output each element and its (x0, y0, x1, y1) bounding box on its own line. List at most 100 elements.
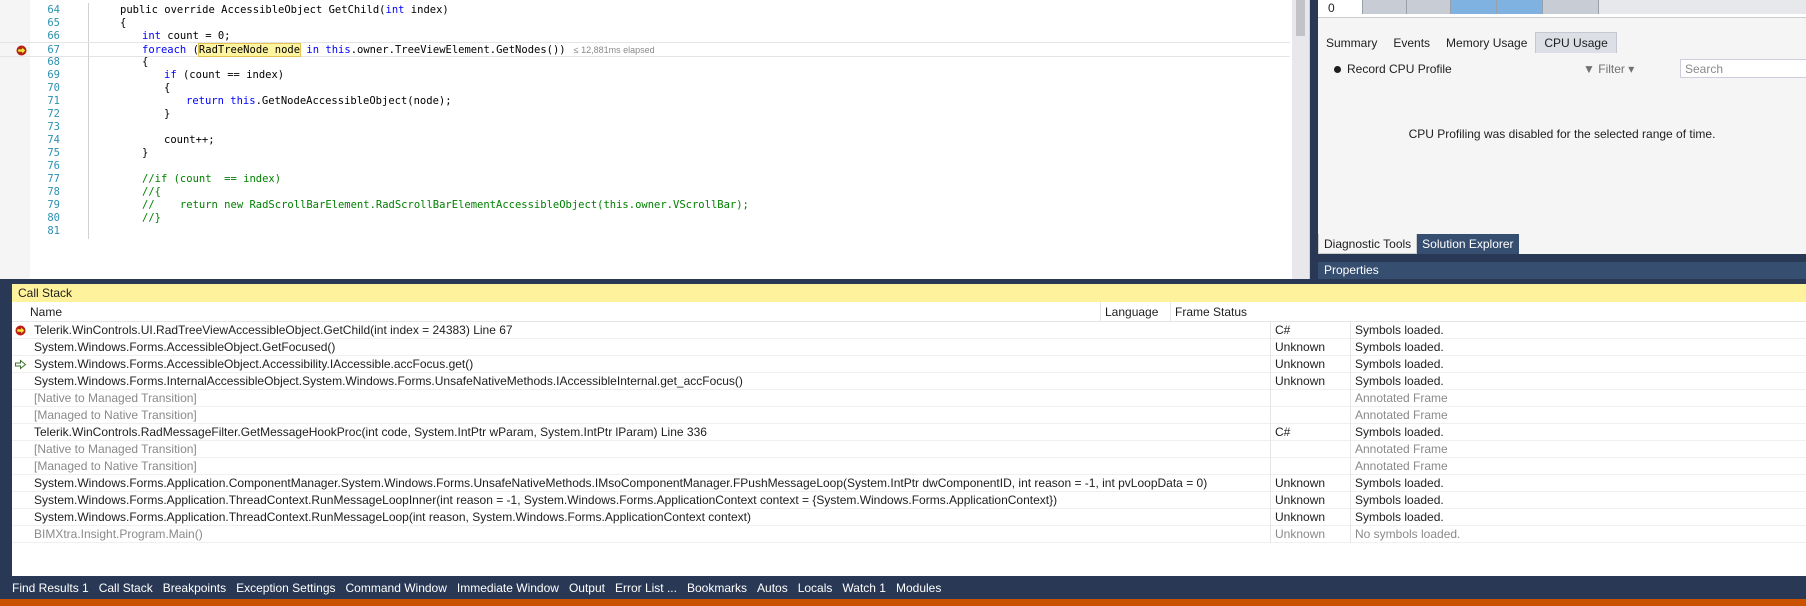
frame-language: Unknown (1270, 339, 1350, 356)
diagnostic-toolbar: Record CPU Profile ▼ Filter ▾ Search (1318, 58, 1806, 80)
tab-command-window[interactable]: Command Window (341, 577, 452, 599)
panel-divider (1318, 254, 1806, 262)
frame-language: Unknown (1270, 475, 1350, 492)
code-token: //{ (142, 186, 161, 198)
timeline-segment (1450, 0, 1496, 14)
frame-name: [Managed to Native Transition] (34, 459, 197, 473)
frame-name: System.Windows.Forms.Application.ThreadC… (34, 510, 751, 524)
tab-bookmarks[interactable]: Bookmarks (682, 577, 752, 599)
call-stack-row[interactable]: BIMXtra.Insight.Program.Main() Unknown No … (12, 526, 1806, 543)
tab-events[interactable]: Events (1385, 33, 1438, 54)
editor-vertical-scrollbar[interactable] (1292, 0, 1309, 279)
code-token: { (120, 17, 127, 29)
call-stack-window: Call Stack Name Language Frame Status Te… (12, 284, 1806, 576)
tab-watch-1[interactable]: Watch 1 (837, 577, 891, 599)
tab-locals[interactable]: Locals (793, 577, 838, 599)
code-token: //if (count == index) (142, 173, 282, 185)
frame-name: System.Windows.Forms.AccessibleObject.Ac… (34, 357, 474, 371)
tab-exception-settings[interactable]: Exception Settings (231, 577, 340, 599)
frame-status: Symbols loaded. (1350, 356, 1650, 373)
tab-modules[interactable]: Modules (891, 577, 946, 599)
scrollbar-thumb[interactable] (1296, 0, 1305, 36)
frame-status: No symbols loaded. (1350, 526, 1650, 543)
frame-language (1270, 407, 1350, 424)
tab-memory-usage[interactable]: Memory Usage (1438, 33, 1535, 54)
tab-call-stack[interactable]: Call Stack (94, 577, 158, 599)
diagnostic-tools-panel: 0 Summary Events Memory Usage CPU Usage Rec… (1318, 0, 1806, 279)
tool-window-tabs: Find Results 1 Call Stack Breakpoints Excep… (0, 577, 1806, 599)
call-stack-row[interactable]: [Native to Managed Transition] Annotated … (12, 390, 1806, 407)
filter-button[interactable]: ▼ Filter ▾ (1583, 62, 1634, 76)
frame-status: Symbols loaded. (1350, 424, 1650, 441)
perf-tip[interactable]: ≤ 12,881ms elapsed (574, 45, 655, 55)
timeline-segment (1598, 0, 1806, 14)
tab-solution-explorer[interactable]: Solution Explorer (1417, 234, 1519, 254)
tab-find-results-1[interactable]: Find Results 1 (7, 577, 94, 599)
panel-tabs: Diagnostic Tools Solution Explorer (1318, 234, 1806, 254)
tab-immediate-window[interactable]: Immediate Window (452, 577, 564, 599)
call-stack-row[interactable]: [Native to Managed Transition] Annotated … (12, 441, 1806, 458)
frame-language: Unknown (1270, 356, 1350, 373)
frame-name: System.Windows.Forms.InternalAccessibleO… (34, 374, 743, 388)
frame-status: Symbols loaded. (1350, 509, 1650, 526)
frame-language: Unknown (1270, 373, 1350, 390)
code-token: //} (142, 212, 161, 224)
frame-language: C# (1270, 424, 1350, 441)
frame-name: System.Windows.Forms.Application.ThreadC… (34, 493, 1058, 507)
record-label: Record CPU Profile (1347, 62, 1452, 76)
call-stack-row[interactable]: Telerik.WinControls.RadMessageFilter.Get… (12, 424, 1806, 441)
call-stack-row[interactable]: System.Windows.Forms.Application.ThreadC… (12, 492, 1806, 509)
filter-label: Filter (1598, 62, 1625, 76)
frame-language: Unknown (1270, 509, 1350, 526)
call-stack-row[interactable]: System.Windows.Forms.AccessibleObject.Ge… (12, 339, 1806, 356)
code-token: { (142, 56, 149, 68)
code-token: return (186, 95, 224, 107)
call-stack-row[interactable]: System.Windows.Forms.Application.ThreadC… (12, 509, 1806, 526)
call-stack-row[interactable]: System.Windows.Forms.Application.Compone… (12, 475, 1806, 492)
frame-name: System.Windows.Forms.AccessibleObject.Ge… (34, 340, 336, 354)
tab-breakpoints[interactable]: Breakpoints (158, 577, 231, 599)
frame-status: Symbols loaded. (1350, 475, 1650, 492)
code-token: count++; (164, 134, 215, 146)
code-line[interactable]: 81 (0, 224, 1290, 239)
call-stack-row[interactable]: [Managed to Native Transition] Annotated … (12, 407, 1806, 424)
tab-autos[interactable]: Autos (752, 577, 793, 599)
call-stack-row[interactable]: System.Windows.Forms.InternalAccessibleO… (12, 373, 1806, 390)
tab-output[interactable]: Output (564, 577, 610, 599)
current-frame-icon (15, 325, 26, 336)
code-token: index) (404, 4, 449, 16)
code-token: int (385, 4, 405, 16)
frame-name: [Native to Managed Transition] (34, 391, 197, 405)
timeline-axis-value: 0 (1328, 1, 1335, 15)
frame-name: [Managed to Native Transition] (34, 408, 197, 422)
record-icon (1334, 65, 1341, 73)
frame-language: Unknown (1270, 526, 1350, 543)
tab-diagnostic-tools[interactable]: Diagnostic Tools (1318, 234, 1418, 254)
search-input[interactable]: Search (1680, 59, 1806, 78)
column-header-frame-status[interactable]: Frame Status (1170, 302, 1470, 322)
column-header-language[interactable]: Language (1100, 302, 1170, 322)
frame-language (1270, 441, 1350, 458)
call-stack-row[interactable]: Telerik.WinControls.UI.RadTreeViewAccess… (12, 322, 1806, 339)
tab-summary[interactable]: Summary (1318, 33, 1385, 54)
tab-error-list[interactable]: Error List ... (610, 577, 682, 599)
diagnostic-tabs: Summary Events Memory Usage CPU Usage (1318, 32, 1806, 53)
code-token: } (142, 147, 149, 159)
timeline-graph[interactable]: 0 (1318, 0, 1806, 18)
line-number: 81 (47, 225, 60, 237)
timeline-segment (1496, 0, 1542, 14)
chevron-down-icon: ▾ (1628, 62, 1635, 76)
frame-name: Telerik.WinControls.UI.RadTreeViewAccess… (34, 323, 513, 337)
call-stack-title[interactable]: Call Stack (12, 284, 1806, 302)
code-editor[interactable]: 64 public override AccessibleObject GetCh… (0, 0, 1310, 279)
properties-header[interactable]: Properties (1318, 262, 1806, 279)
call-stack-row[interactable]: [Managed to Native Transition] Annotated … (12, 458, 1806, 475)
status-bar (0, 599, 1806, 606)
column-header-name[interactable]: Name (26, 302, 1270, 322)
call-stack-rows: Telerik.WinControls.UI.RadTreeViewAccess… (12, 322, 1806, 543)
call-stack-row[interactable]: System.Windows.Forms.AccessibleObject.Ac… (12, 356, 1806, 373)
record-cpu-profile-button[interactable]: Record CPU Profile (1334, 62, 1452, 76)
timeline-segment (1406, 0, 1450, 14)
frame-status: Symbols loaded. (1350, 492, 1650, 509)
tab-cpu-usage[interactable]: CPU Usage (1535, 32, 1617, 53)
